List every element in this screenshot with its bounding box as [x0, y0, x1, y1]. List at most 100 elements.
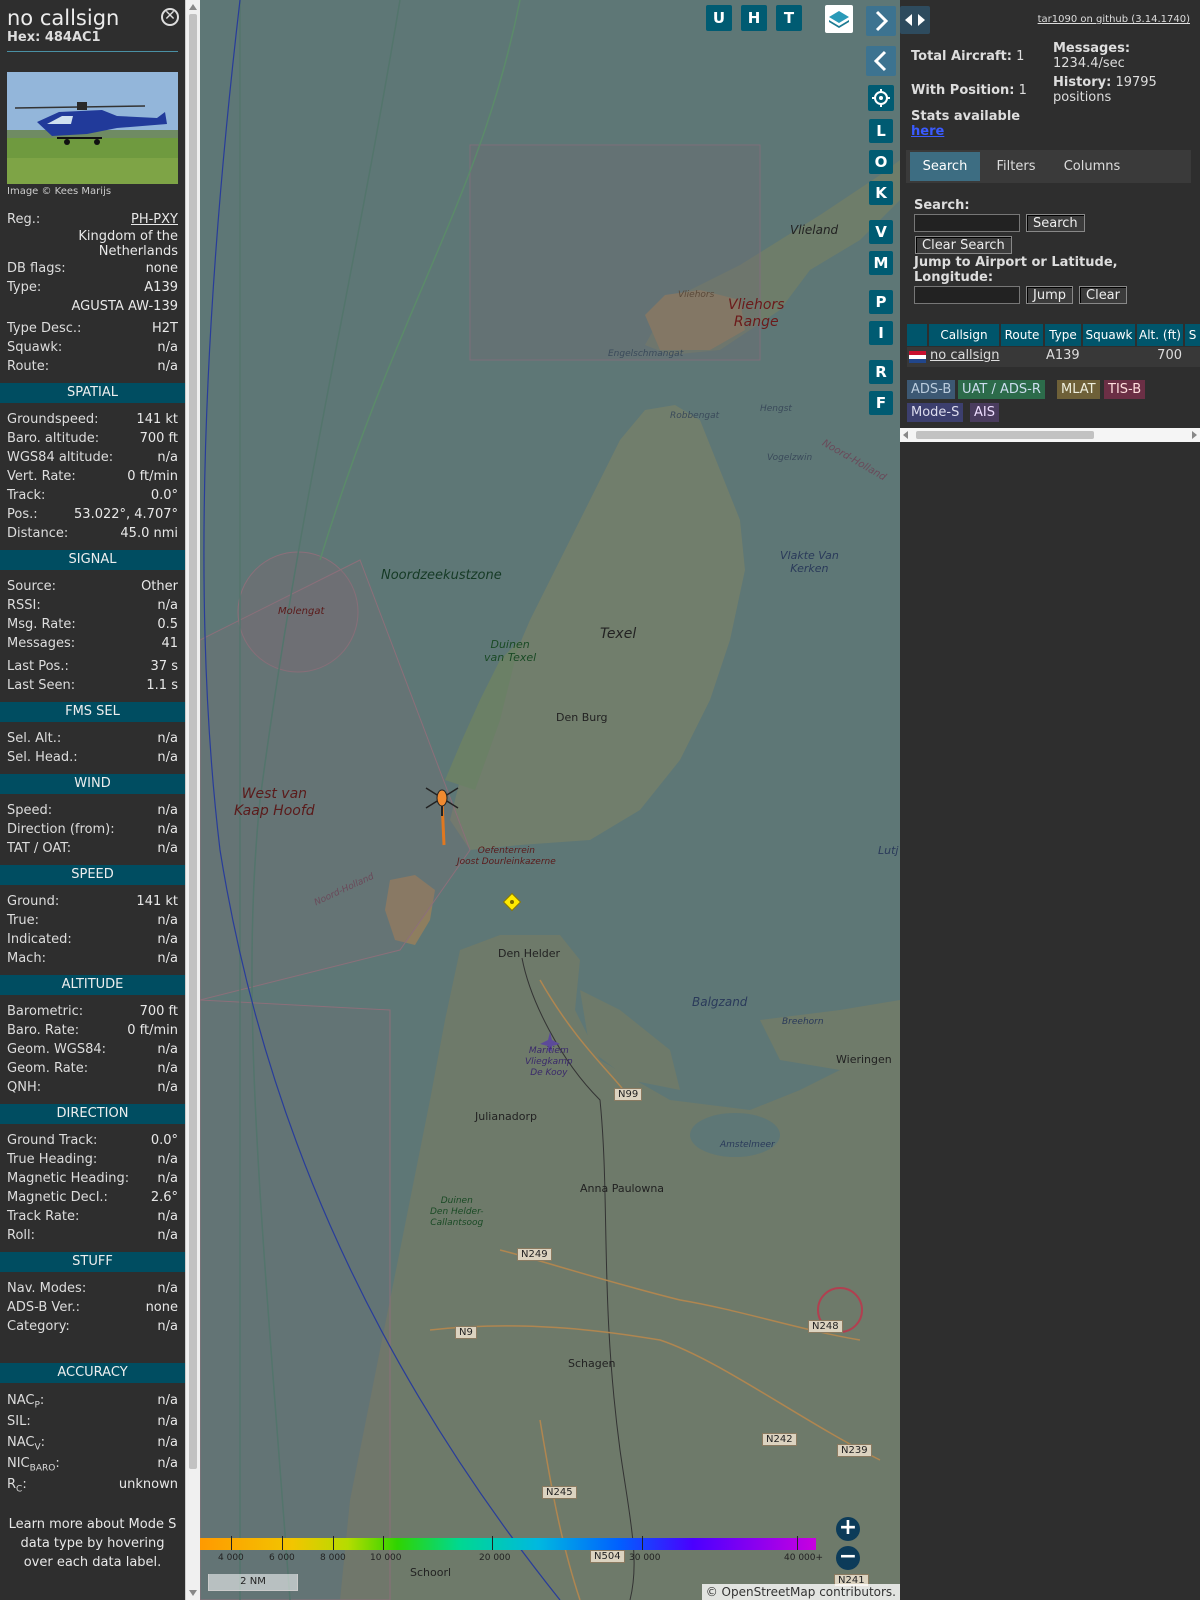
info-label[interactable]: Geom. Rate: [7, 1059, 88, 1078]
info-label[interactable]: Geom. WGS84: [7, 1040, 106, 1059]
scroll-down-icon[interactable] [189, 1590, 197, 1596]
layers-button[interactable] [825, 5, 853, 33]
info-label[interactable]: Sel. Alt.: [7, 729, 61, 748]
info-label[interactable]: Track Rate: [7, 1207, 79, 1226]
row-callsign[interactable]: no callsign [930, 348, 1000, 363]
map-toggle-o-button[interactable]: O [869, 150, 893, 174]
info-label[interactable]: ADS-B Ver.: [7, 1298, 80, 1317]
table-header-altitude[interactable]: Alt. (ft) [1137, 324, 1183, 346]
altitude-scale-tick [333, 1536, 334, 1550]
info-label[interactable]: WGS84 altitude: [7, 448, 113, 467]
info-label[interactable]: Direction (from): [7, 820, 115, 839]
info-label[interactable]: Speed: [7, 801, 52, 820]
info-label[interactable]: Baro. Rate: [7, 1021, 79, 1040]
info-label[interactable]: Magnetic Heading: [7, 1169, 129, 1188]
table-header-type[interactable]: Type [1045, 324, 1081, 346]
accuracy-label[interactable]: NACV: [7, 1432, 45, 1453]
map-toggle-i-button[interactable]: I [869, 321, 893, 345]
info-label[interactable]: Ground: [7, 892, 59, 911]
jump-input[interactable] [914, 286, 1020, 304]
toggle-u-button[interactable]: U [706, 5, 732, 31]
close-icon[interactable]: ✕ [161, 8, 179, 26]
info-label[interactable]: True: [7, 911, 39, 930]
info-label[interactable]: TAT / OAT: [7, 839, 71, 858]
info-label[interactable]: Last Pos.: [7, 657, 69, 676]
map-view[interactable]: Vlieland Vliehors Vliehors Range Engelsch… [200, 0, 900, 1600]
map-toggle-l-button[interactable]: L [869, 119, 893, 143]
map-toggle-p-button[interactable]: P [869, 290, 893, 314]
table-horizontal-scrollbar[interactable] [900, 428, 1200, 442]
expand-left-button[interactable] [866, 46, 896, 76]
table-scroll-thumb[interactable] [916, 431, 1094, 439]
scroll-up-icon[interactable] [189, 4, 197, 10]
info-label[interactable]: Nav. Modes: [7, 1279, 86, 1298]
info-label[interactable]: Baro. altitude: [7, 429, 99, 448]
info-label[interactable]: Magnetic Decl.: [7, 1188, 108, 1207]
info-label[interactable]: Indicated: [7, 930, 72, 949]
reg-link[interactable]: PH-PXY [131, 210, 178, 229]
scroll-right-icon[interactable] [1192, 431, 1197, 439]
info-label[interactable]: Vert. Rate: [7, 467, 76, 486]
info-label[interactable]: True Heading: [7, 1150, 97, 1169]
search-button[interactable]: Search [1026, 214, 1085, 232]
info-label[interactable]: Category: [7, 1317, 70, 1336]
tab-columns[interactable]: Columns [1052, 152, 1132, 181]
accuracy-label[interactable]: NICBARO: [7, 1453, 60, 1474]
collapse-right-button[interactable] [866, 6, 896, 36]
zoom-in-button[interactable]: + [836, 1517, 860, 1541]
legend-mlat: MLAT [1057, 380, 1100, 399]
toggle-t-button[interactable]: T [776, 5, 802, 31]
accuracy-label[interactable]: NACP: [7, 1390, 44, 1411]
info-label[interactable]: Distance: [7, 524, 68, 543]
sidebar-scrollbar[interactable] [185, 0, 200, 1600]
sidebar-scroll-thumb[interactable] [189, 14, 197, 1469]
zoom-out-button[interactable]: − [836, 1546, 860, 1570]
info-label[interactable]: Pos.: [7, 505, 38, 524]
map-toggle-r-button[interactable]: R [869, 360, 893, 384]
scroll-left-icon[interactable] [903, 431, 908, 439]
search-input[interactable] [914, 214, 1020, 232]
map-toggle-m-button[interactable]: M [869, 251, 893, 275]
toggle-h-button[interactable]: H [741, 5, 767, 31]
jump-button[interactable]: Jump [1026, 286, 1073, 304]
aircraft-photo[interactable] [7, 72, 178, 184]
info-label[interactable]: Msg. Rate: [7, 615, 76, 634]
info-label[interactable]: Mach: [7, 949, 46, 968]
info-label[interactable]: Barometric: [7, 1002, 83, 1021]
tab-search[interactable]: Search [910, 152, 980, 181]
table-header-s[interactable]: S [1185, 324, 1200, 346]
info-label[interactable]: Track: [7, 486, 45, 505]
osm-link[interactable]: OpenStreetMap [722, 1585, 816, 1599]
table-header-squawk[interactable]: Squawk [1083, 324, 1135, 346]
accuracy-label[interactable]: SIL: [7, 1411, 31, 1432]
map-toggle-f-button[interactable]: F [869, 391, 893, 415]
info-label[interactable]: Source: [7, 577, 56, 596]
info-label[interactable]: Messages: [7, 634, 75, 653]
clear-button[interactable]: Clear [1079, 286, 1127, 304]
accuracy-row: NACP: n/a [0, 1390, 185, 1411]
duinen-dh-line-3: Callantsoog [430, 1218, 484, 1228]
settings-button[interactable] [868, 85, 894, 111]
legend-uat-adsr: UAT / ADS-R [958, 380, 1045, 399]
info-label[interactable]: Roll: [7, 1226, 35, 1245]
accuracy-label[interactable]: RC: [7, 1474, 27, 1495]
stats-link[interactable]: here [911, 124, 944, 139]
info-label[interactable]: Sel. Head.: [7, 748, 78, 767]
github-link[interactable]: tar1090 on github (3.14.1740) [1038, 14, 1190, 25]
table-row[interactable]: no callsign A139 700 [907, 347, 1200, 367]
table-header-route[interactable]: Route [1001, 324, 1043, 346]
table-header-callsign[interactable]: Callsign [929, 324, 999, 346]
db-flags-value: none [145, 261, 178, 276]
accuracy-label-main: R [7, 1477, 17, 1492]
clear-search-button[interactable]: Clear Search [915, 236, 1012, 254]
map-toggle-v-button[interactable]: V [869, 220, 893, 244]
info-label[interactable]: QNH: [7, 1078, 41, 1097]
toggle-panel-width-button[interactable] [900, 6, 930, 34]
map-toggle-k-button[interactable]: K [869, 181, 893, 205]
info-label[interactable]: Groundspeed: [7, 410, 98, 429]
info-label[interactable]: Ground Track: [7, 1131, 97, 1150]
tab-filters[interactable]: Filters [984, 152, 1048, 181]
info-label[interactable]: RSSI: [7, 596, 41, 615]
chevron-left-icon [873, 50, 887, 72]
info-label[interactable]: Last Seen: [7, 676, 75, 695]
